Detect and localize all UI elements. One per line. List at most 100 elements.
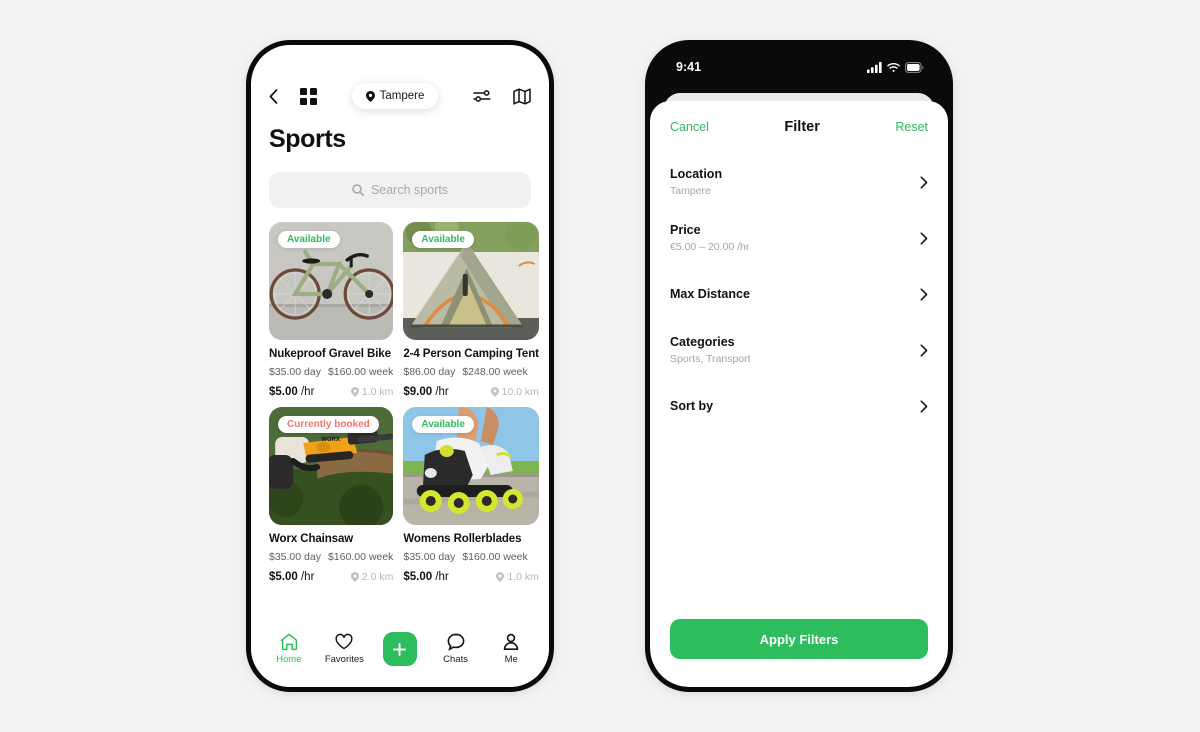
tab-label: Chats	[443, 654, 468, 665]
status-badge: Available	[412, 416, 474, 433]
rollerblades-photo[interactable]: Available	[403, 407, 539, 525]
filter-row-label: Location	[670, 167, 723, 181]
location-pill-label: Tampere	[379, 90, 425, 102]
filter-row-value: Sports, Transport	[670, 353, 751, 365]
create-listing-button[interactable]	[374, 632, 426, 666]
tab-chats[interactable]: Chats	[430, 633, 482, 665]
search-input[interactable]: Search sports	[269, 172, 531, 208]
reset-button[interactable]: Reset	[895, 120, 928, 134]
cancel-button[interactable]: Cancel	[670, 120, 709, 134]
search-placeholder: Search sports	[370, 183, 449, 197]
listing-distance-label: 2.0 km	[361, 571, 394, 583]
filter-row-location[interactable]: Location Tampere	[670, 165, 928, 199]
listing-footer: $5.00 /hr 1.0 km	[403, 571, 539, 583]
listing-price-unit: /hr	[300, 571, 315, 583]
cellular-signal-icon	[867, 61, 882, 73]
listing-grid: Available Nukeproof Gravel Bike $35.00 d…	[251, 208, 549, 583]
location-pill[interactable]: Tampere	[351, 83, 439, 109]
chevron-left-icon[interactable]	[269, 88, 278, 104]
person-icon	[503, 633, 519, 650]
listing-distance-label: 1.0 km	[361, 386, 394, 398]
filter-row-price[interactable]: Price €5.00 – 20.00 /hr	[670, 221, 928, 255]
chevron-right-icon	[920, 399, 928, 413]
plus-icon	[393, 642, 407, 656]
filter-row-text: Max Distance	[670, 287, 750, 301]
filter-row-max-distance[interactable]: Max Distance	[670, 277, 928, 311]
tab-home[interactable]: Home	[263, 633, 315, 665]
listing-distance-label: 1.0 km	[507, 571, 539, 583]
tab-label: Me	[504, 654, 518, 665]
sliders-filter-icon[interactable]	[473, 88, 491, 104]
listing-week-rate: $248.00 week	[462, 366, 528, 378]
listing-distance: 1.0 km	[350, 386, 394, 398]
listing-card[interactable]: Available Nukeproof Gravel Bike $35.00 d…	[269, 222, 394, 398]
browse-screen: Tampere Sports Search sports Available N…	[251, 45, 549, 687]
listing-distance: 1.0 km	[496, 571, 539, 583]
listing-price-unit: /hr	[435, 386, 449, 398]
chainsaw-photo[interactable]: WORX Currently booked	[269, 407, 394, 525]
listing-card[interactable]: Available 2-4 Person Camping Tent $86.00…	[403, 222, 539, 398]
listing-card[interactable]: WORX Currently booked Worx Chainsaw $35.…	[269, 407, 394, 583]
listing-rates: $35.00 day $160.00 week	[269, 366, 393, 378]
filter-row-text: Price €5.00 – 20.00 /hr	[670, 223, 749, 253]
listing-price-amount: $5.00	[403, 571, 433, 583]
filter-screen: 9:41 Cancel Filter Reset Location Tamper…	[650, 45, 948, 687]
listing-price-amount: $9.00	[403, 386, 433, 398]
camping-tent-photo[interactable]: Available	[403, 222, 539, 340]
listing-price-amount: $5.00	[269, 571, 298, 583]
status-badge: Currently booked	[278, 416, 379, 433]
svg-text:WORX: WORX	[321, 437, 340, 443]
page-title: Sports	[269, 125, 346, 153]
screenshot-canvas: Tampere Sports Search sports Available N…	[0, 0, 1200, 732]
filter-row-label: Price	[670, 223, 701, 237]
plus-fab[interactable]	[382, 632, 417, 666]
filter-sheet-title: Filter	[784, 119, 820, 135]
heart-icon	[335, 633, 353, 650]
phone-mockup-filter: 9:41 Cancel Filter Reset Location Tamper…	[645, 40, 953, 692]
listing-distance: 10.0 km	[490, 386, 539, 398]
tab-favorites[interactable]: Favorites	[318, 633, 370, 665]
listing-rates: $35.00 day $160.00 week	[269, 551, 393, 563]
listing-day-rate: $35.00 day	[269, 366, 321, 378]
listing-footer: $5.00 /hr 1.0 km	[269, 386, 393, 398]
status-icons	[867, 61, 924, 73]
grid-view-icon[interactable]	[300, 87, 317, 105]
filter-row-text: Categories Sports, Transport	[670, 335, 751, 365]
folded-map-icon[interactable]	[513, 87, 531, 105]
filter-row-label: Max Distance	[670, 287, 750, 301]
filter-row-value: €5.00 – 20.00 /hr	[670, 241, 750, 253]
chevron-right-icon	[920, 287, 928, 301]
filter-row-value: Tampere	[670, 185, 711, 197]
apply-filters-container: Apply Filters	[650, 619, 948, 687]
status-badge: Available	[412, 231, 474, 248]
listing-price-amount: $5.00	[269, 386, 298, 398]
filter-row-categories[interactable]: Categories Sports, Transport	[670, 333, 928, 367]
listing-price: $5.00 /hr	[269, 571, 314, 583]
listing-day-rate: $86.00 day	[403, 366, 456, 378]
filter-row-label: Sort by	[670, 399, 714, 413]
listing-name: 2-4 Person Camping Tent	[403, 348, 539, 360]
status-badge: Available	[278, 231, 340, 248]
map-pin-icon	[490, 387, 499, 397]
status-bar: 9:41	[650, 45, 948, 89]
listing-week-rate: $160.00 week	[327, 366, 394, 378]
listing-week-rate: $160.00 week	[327, 551, 394, 563]
listing-price-unit: /hr	[300, 386, 315, 398]
listing-footer: $9.00 /hr 10.0 km	[403, 386, 539, 398]
listing-name: Womens Rollerblades	[403, 533, 522, 545]
filter-row-text: Location Tampere	[670, 167, 722, 197]
listing-name: Worx Chainsaw	[269, 533, 354, 545]
listing-distance: 2.0 km	[350, 571, 394, 583]
listing-day-rate: $35.00 day	[269, 551, 321, 563]
search-icon	[352, 184, 364, 196]
gravel-bike-photo[interactable]: Available	[269, 222, 394, 340]
filter-rows: Location Tampere Price €5.00 – 20.00 /hr	[650, 135, 948, 619]
listing-day-rate: $35.00 day	[403, 551, 456, 563]
listing-card[interactable]: Available Womens Rollerblades $35.00 day…	[403, 407, 539, 583]
filter-sheet: Cancel Filter Reset Location Tampere Pri…	[650, 101, 948, 687]
tab-label: Home	[276, 654, 302, 665]
tab-me[interactable]: Me	[485, 633, 537, 665]
apply-filters-button[interactable]: Apply Filters	[670, 619, 928, 659]
filter-row-sort-by[interactable]: Sort by	[670, 389, 928, 423]
filter-row-text: Sort by	[670, 399, 713, 413]
